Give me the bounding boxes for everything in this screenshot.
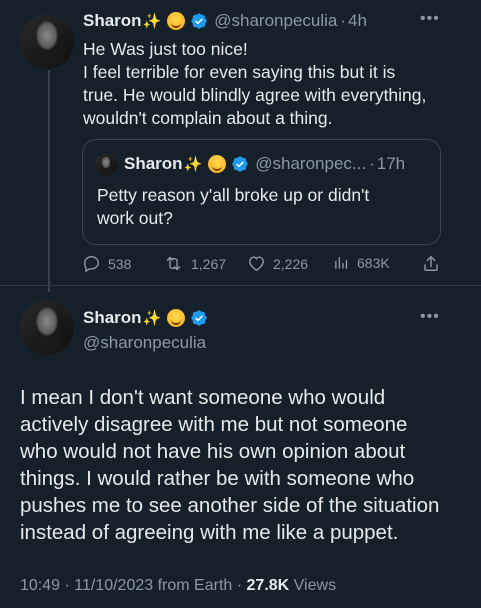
smiling-face-emoji <box>167 12 186 30</box>
quoted-text-line: Petty reason y'all broke up or didn't <box>97 185 370 205</box>
views-button[interactable]: 683K <box>333 254 390 272</box>
quoted-time-separator: · <box>369 154 375 173</box>
reply-author-name[interactable]: Sharon <box>83 11 142 31</box>
tweet-views-count: 27.8K <box>246 577 290 594</box>
reply-tweet-text: He Was just too nice! I feel terrible fo… <box>83 38 463 130</box>
verified-badge-icon <box>232 156 248 172</box>
tweet-divider <box>0 285 481 286</box>
reply-count: 538 <box>108 255 132 272</box>
quoted-tweet-text: Petty reason y'all broke up or didn't wo… <box>97 184 427 230</box>
share-button[interactable] <box>422 254 447 273</box>
main-text-line: pushes me to see another side of the sit… <box>20 494 440 517</box>
main-author-name[interactable]: Sharon <box>83 308 142 328</box>
main-author-header: Sharon ✨ <box>83 308 208 328</box>
sparkles-emoji: ✨ <box>142 13 162 30</box>
thread-connector-line <box>48 70 50 292</box>
retweet-icon <box>166 256 181 271</box>
quoted-text-line: work out? <box>97 208 173 228</box>
retweet-button[interactable]: 1,267 <box>163 254 226 273</box>
tweet-metadata: 10:49 · 11/10/2023 from Earth · 27.8K Vi… <box>20 577 336 595</box>
quoted-author-avatar <box>95 154 117 176</box>
verified-badge-icon <box>191 13 207 29</box>
reply-text-line: wouldn't complain about a thing. <box>83 108 333 128</box>
like-count: 2,226 <box>273 255 309 272</box>
reply-icon <box>84 256 99 273</box>
sparkles-emoji: ✨ <box>142 310 162 327</box>
quoted-author-handle: @sharonpec... <box>255 154 367 173</box>
reply-time-separator: · <box>340 11 347 30</box>
like-button[interactable]: 2,226 <box>247 254 308 273</box>
reply-author-avatar[interactable] <box>20 15 74 69</box>
sparkles-emoji: ✨ <box>183 156 203 173</box>
main-text-line: things. I would rather be with someone w… <box>20 467 415 490</box>
quoted-timestamp: 17h <box>376 154 406 173</box>
more-icon[interactable]: ••• <box>420 10 440 28</box>
reply-timestamp[interactable]: 4h <box>348 11 367 31</box>
smiling-face-emoji <box>167 309 186 327</box>
quoted-author-name: Sharon <box>124 154 183 173</box>
reply-text-line: true. He would blindly agree with everyt… <box>83 85 427 105</box>
reply-author-handle[interactable]: @sharonpeculia <box>214 11 337 31</box>
views-icon <box>335 257 348 269</box>
main-text-line: who would not have his own opinion about <box>20 440 406 463</box>
reply-text-line: He Was just too nice! <box>83 39 248 59</box>
main-text-line: instead of agreeing with me like a puppe… <box>20 521 399 544</box>
tweet-views-label: Views <box>293 577 337 594</box>
views-count: 683K <box>357 255 390 271</box>
tweet-timestamp[interactable]: 10:49 · 11/10/2023 from Earth · <box>20 577 242 594</box>
main-text-line: actively disagree with me but not someon… <box>20 413 408 436</box>
quoted-tweet-card[interactable]: Sharon ✨ @sharonpec... · 17h Petty reaso… <box>82 139 441 245</box>
main-author-avatar[interactable] <box>20 301 74 355</box>
share-icon <box>424 256 438 271</box>
reply-author-header: Sharon ✨ @sharonpeculia · 4h <box>83 11 367 31</box>
main-tweet-text: I mean I don't want someone who would ac… <box>20 384 470 546</box>
smiling-face-emoji <box>208 155 227 173</box>
main-text-line: I mean I don't want someone who would <box>20 386 386 409</box>
reply-text-line: I feel terrible for even saying this but… <box>83 62 396 82</box>
more-icon[interactable]: ••• <box>420 308 440 326</box>
reply-button[interactable]: 538 <box>82 254 131 273</box>
main-author-handle[interactable]: @sharonpeculia <box>83 333 206 353</box>
quoted-author-header: Sharon ✨ @sharonpec... · 17h <box>124 154 405 174</box>
retweet-count: 1,267 <box>191 255 227 272</box>
verified-badge-icon <box>191 310 207 326</box>
like-icon <box>249 256 264 272</box>
